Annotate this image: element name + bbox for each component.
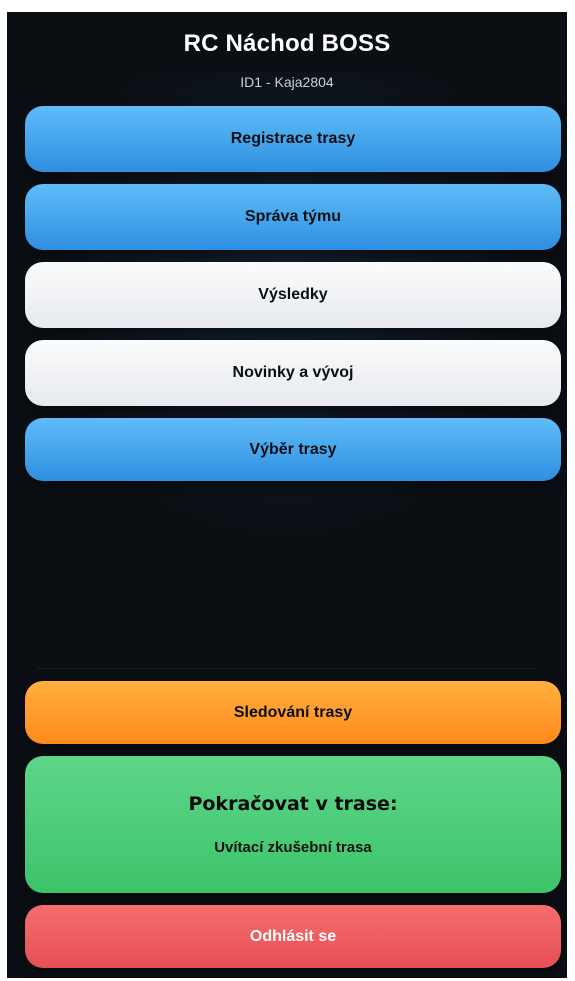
news-button[interactable]: Novinky a vývoj (25, 340, 561, 406)
register-route-button[interactable]: Registrace trasy (25, 106, 561, 172)
track-route-button[interactable]: Sledování trasy (25, 681, 561, 744)
app-screen: RC Náchod BOSS ID1 - Kaja2804 Registrace… (7, 12, 567, 978)
results-button[interactable]: Výsledky (25, 262, 561, 328)
continue-title: Pokračovat v trase: (188, 793, 398, 815)
app-title: RC Náchod BOSS (183, 30, 391, 57)
logout-button[interactable]: Odhlásit se (25, 905, 561, 968)
divider (37, 668, 537, 669)
continue-route-name: Uvítací zkušební trasa (214, 839, 372, 856)
user-id-label: ID1 - Kaja2804 (240, 74, 334, 90)
team-management-button[interactable]: Správa týmu (25, 184, 561, 250)
continue-route-button[interactable]: Pokračovat v trase: Uvítací zkušební tra… (25, 756, 561, 893)
select-route-button[interactable]: Výběr trasy (25, 418, 561, 481)
